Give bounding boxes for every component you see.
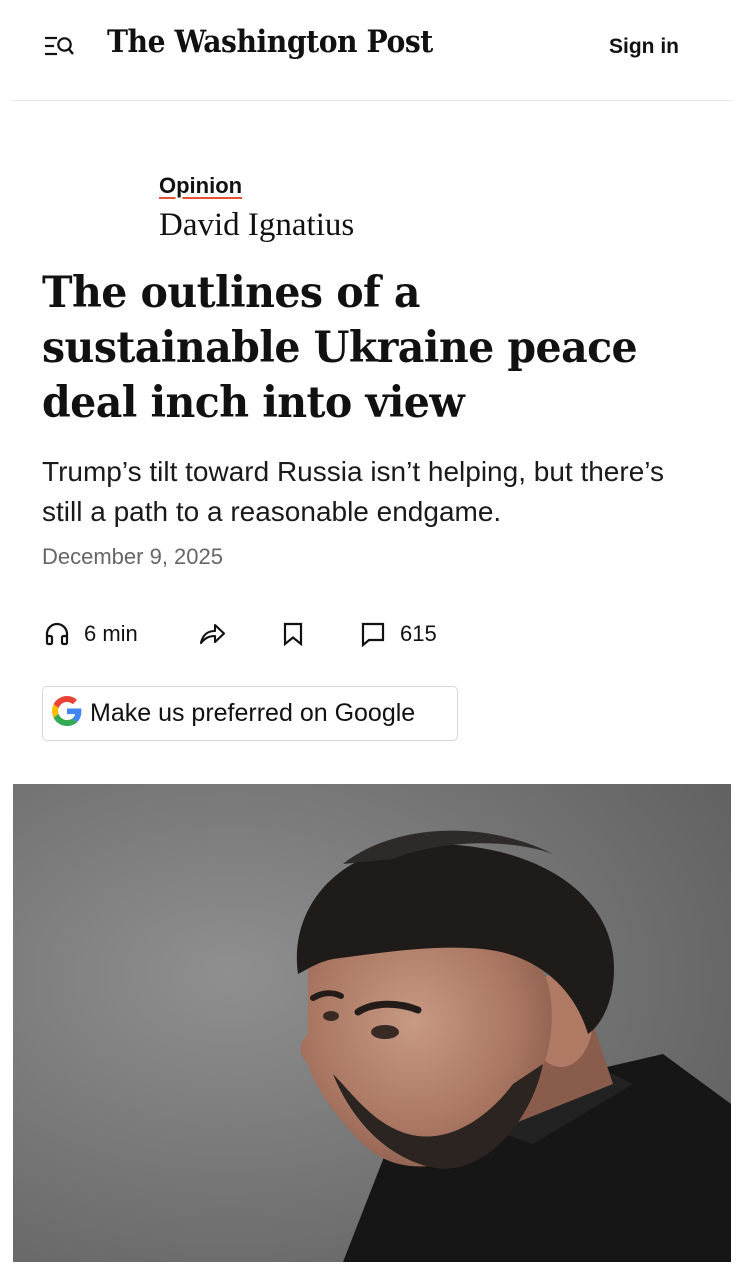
lead-photo[interactable]	[13, 784, 731, 1262]
author-byline[interactable]: David Ignatius	[159, 207, 354, 244]
share-arrow-icon	[198, 621, 226, 647]
comment-icon	[360, 621, 386, 647]
google-preferred-source-button[interactable]: Make us preferred on Google	[42, 686, 458, 741]
sign-in-link[interactable]: Sign in	[609, 35, 679, 59]
article-headline: The outlines of a sustainable Ukraine pe…	[42, 268, 638, 428]
comments-button[interactable]: 615	[360, 616, 437, 652]
google-g-icon	[52, 696, 82, 731]
listen-duration: 6 min	[84, 621, 138, 646]
listen-button[interactable]: 6 min	[44, 616, 138, 652]
article-subheadline: Trump’s tilt toward Russia isn’t helping…	[42, 456, 664, 527]
portrait-illustration	[13, 784, 731, 1262]
share-button[interactable]	[198, 616, 226, 652]
masthead-logo[interactable]: The Washington Post	[107, 24, 433, 60]
publish-date: December 9, 2025	[42, 544, 223, 569]
site-header: The Washington Post Sign in	[13, 0, 731, 101]
save-bookmark-button[interactable]	[282, 616, 304, 652]
article-actions: 6 min 615	[42, 616, 542, 652]
google-preferred-label: Make us preferred on Google	[90, 699, 416, 727]
section-label-opinion[interactable]: Opinion	[159, 173, 242, 199]
bookmark-icon	[282, 621, 304, 647]
headphones-icon	[44, 621, 70, 647]
comment-count: 615	[400, 621, 437, 646]
menu-search-icon[interactable]	[43, 34, 75, 60]
